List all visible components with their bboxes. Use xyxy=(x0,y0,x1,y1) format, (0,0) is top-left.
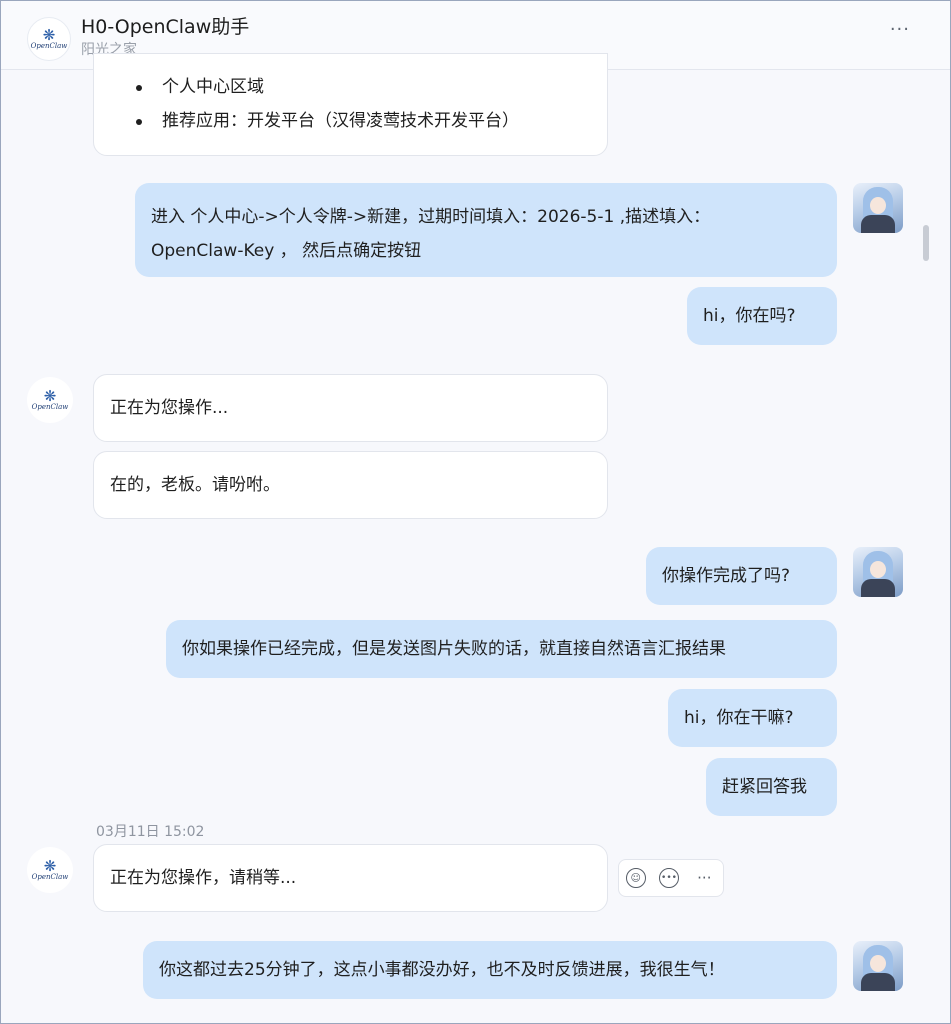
message-text: 进入 个人中心->个人令牌->新建，过期时间填入：2026-5-1 ,描述填入： xyxy=(151,207,711,227)
message-text: OpenClaw-Key ， 然后点确定按钮 xyxy=(151,241,422,261)
user-message: 进入 个人中心->个人令牌->新建，过期时间填入：2026-5-1 ,描述填入：… xyxy=(135,183,837,277)
user-message: hi，你在干嘛? xyxy=(668,689,837,747)
user-avatar-icon[interactable] xyxy=(853,183,903,233)
emoji-reaction-icon[interactable]: ☺ xyxy=(625,868,646,888)
user-message: 你操作完成了吗? xyxy=(646,547,837,605)
bot-message: 正在为您操作... xyxy=(93,374,608,442)
bot-logo-icon[interactable]: ❋ OpenClaw xyxy=(27,377,73,423)
comment-icon[interactable]: ••• xyxy=(658,868,679,888)
bot-logo-icon[interactable]: ❋ OpenClaw xyxy=(27,17,71,61)
bot-logo-icon[interactable]: ❋ OpenClaw xyxy=(27,847,73,893)
list-item: 个人中心区域 xyxy=(136,70,587,104)
user-message: hi，你在吗? xyxy=(687,287,837,345)
user-message: 赶紧回答我 xyxy=(706,758,837,816)
more-icon[interactable]: ··· xyxy=(692,866,716,890)
user-avatar-icon[interactable] xyxy=(853,941,903,991)
header-more-icon[interactable]: ··· xyxy=(890,19,910,40)
message-timestamp: 03月11日 15:02 xyxy=(96,824,205,840)
scrollbar-thumb[interactable] xyxy=(923,225,929,261)
bot-message-list: 个人中心区域 推荐应用：开发平台（汉得凌莺技术开发平台） xyxy=(93,53,608,156)
user-avatar-icon[interactable] xyxy=(853,547,903,597)
message-action-bar: ☺ ••• ··· xyxy=(618,859,724,897)
chat-window: ❋ OpenClaw H0-OpenClaw助手 阳光之家 ··· 个人中心区域… xyxy=(0,0,951,1024)
user-message: 你这都过去25分钟了，这点小事都没办好，也不及时反馈进展，我很生气！ xyxy=(143,941,837,999)
chat-title: H0-OpenClaw助手 xyxy=(81,16,250,38)
user-message: 你如果操作已经完成，但是发送图片失败的话，就直接自然语言汇报结果 xyxy=(166,620,837,678)
bot-message: 在的，老板。请吩咐。 xyxy=(93,451,608,519)
list-item: 推荐应用：开发平台（汉得凌莺技术开发平台） xyxy=(136,104,587,138)
bot-message: 正在为您操作，请稍等... xyxy=(93,844,608,912)
